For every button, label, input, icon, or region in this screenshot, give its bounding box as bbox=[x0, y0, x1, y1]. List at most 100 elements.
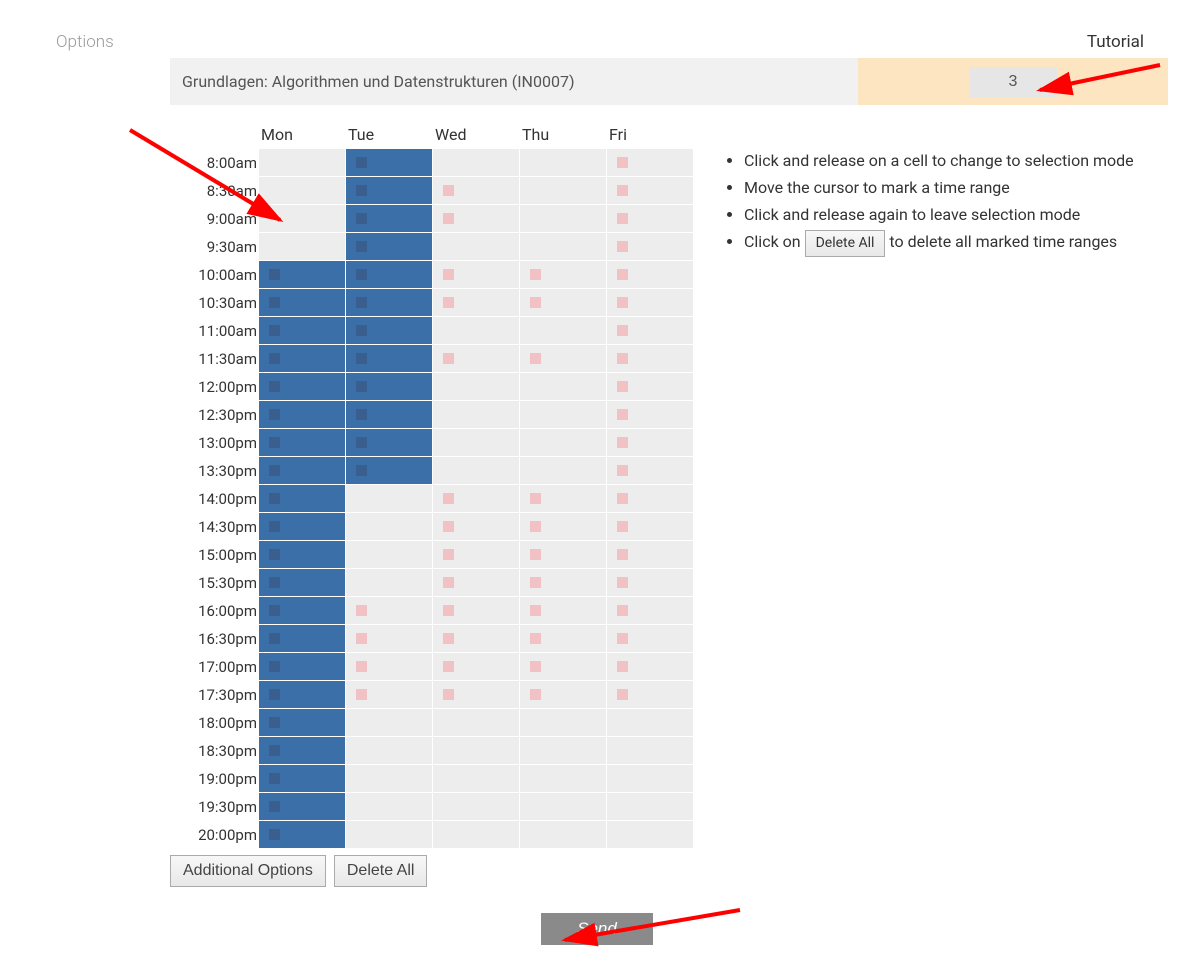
send-button[interactable]: Send bbox=[541, 913, 653, 945]
schedule-cell[interactable] bbox=[433, 597, 520, 625]
schedule-cell[interactable] bbox=[259, 373, 346, 401]
schedule-cell[interactable] bbox=[433, 429, 520, 457]
schedule-cell[interactable] bbox=[520, 541, 607, 569]
schedule-cell[interactable] bbox=[259, 177, 346, 205]
schedule-cell[interactable] bbox=[433, 681, 520, 709]
schedule-cell[interactable] bbox=[433, 177, 520, 205]
schedule-cell[interactable] bbox=[259, 597, 346, 625]
schedule-cell[interactable] bbox=[520, 205, 607, 233]
schedule-cell[interactable] bbox=[520, 625, 607, 653]
schedule-cell[interactable] bbox=[520, 345, 607, 373]
schedule-cell[interactable] bbox=[433, 625, 520, 653]
schedule-cell[interactable] bbox=[346, 597, 433, 625]
schedule-cell[interactable] bbox=[259, 457, 346, 485]
schedule-cell[interactable] bbox=[607, 513, 694, 541]
schedule-cell[interactable] bbox=[607, 653, 694, 681]
schedule-cell[interactable] bbox=[346, 625, 433, 653]
schedule-cell[interactable] bbox=[346, 709, 433, 737]
schedule-cell[interactable] bbox=[346, 429, 433, 457]
schedule-cell[interactable] bbox=[259, 261, 346, 289]
schedule-cell[interactable] bbox=[346, 737, 433, 765]
schedule-cell[interactable] bbox=[607, 205, 694, 233]
schedule-cell[interactable] bbox=[607, 317, 694, 345]
schedule-cell[interactable] bbox=[259, 625, 346, 653]
tutorial-count-input[interactable] bbox=[969, 67, 1057, 97]
schedule-cell[interactable] bbox=[346, 373, 433, 401]
schedule-cell[interactable] bbox=[607, 681, 694, 709]
schedule-cell[interactable] bbox=[259, 233, 346, 261]
schedule-cell[interactable] bbox=[346, 261, 433, 289]
schedule-cell[interactable] bbox=[346, 177, 433, 205]
schedule-cell[interactable] bbox=[520, 317, 607, 345]
schedule-cell[interactable] bbox=[520, 681, 607, 709]
schedule-cell[interactable] bbox=[520, 429, 607, 457]
schedule-cell[interactable] bbox=[346, 345, 433, 373]
schedule-cell[interactable] bbox=[259, 317, 346, 345]
schedule-cell[interactable] bbox=[433, 373, 520, 401]
schedule-cell[interactable] bbox=[607, 457, 694, 485]
schedule-cell[interactable] bbox=[607, 765, 694, 793]
additional-options-button[interactable]: Additional Options bbox=[170, 855, 326, 887]
schedule-cell[interactable] bbox=[433, 821, 520, 849]
schedule-cell[interactable] bbox=[607, 149, 694, 177]
schedule-cell[interactable] bbox=[433, 541, 520, 569]
delete-all-inline-button[interactable]: Delete All bbox=[805, 230, 886, 257]
schedule-cell[interactable] bbox=[346, 765, 433, 793]
schedule-cell[interactable] bbox=[520, 233, 607, 261]
schedule-cell[interactable] bbox=[607, 373, 694, 401]
schedule-cell[interactable] bbox=[607, 485, 694, 513]
schedule-cell[interactable] bbox=[520, 793, 607, 821]
schedule-cell[interactable] bbox=[346, 821, 433, 849]
schedule-cell[interactable] bbox=[607, 625, 694, 653]
schedule-cell[interactable] bbox=[607, 737, 694, 765]
schedule-cell[interactable] bbox=[433, 149, 520, 177]
schedule-cell[interactable] bbox=[346, 485, 433, 513]
schedule-cell[interactable] bbox=[433, 261, 520, 289]
schedule-cell[interactable] bbox=[520, 513, 607, 541]
schedule-cell[interactable] bbox=[433, 653, 520, 681]
schedule-cell[interactable] bbox=[433, 793, 520, 821]
schedule-cell[interactable] bbox=[259, 709, 346, 737]
schedule-cell[interactable] bbox=[433, 569, 520, 597]
schedule-cell[interactable] bbox=[607, 429, 694, 457]
schedule-cell[interactable] bbox=[607, 821, 694, 849]
schedule-cell[interactable] bbox=[607, 177, 694, 205]
schedule-cell[interactable] bbox=[346, 233, 433, 261]
schedule-cell[interactable] bbox=[346, 681, 433, 709]
schedule-cell[interactable] bbox=[259, 205, 346, 233]
schedule-cell[interactable] bbox=[259, 485, 346, 513]
schedule-cell[interactable] bbox=[607, 709, 694, 737]
schedule-cell[interactable] bbox=[520, 653, 607, 681]
schedule-cell[interactable] bbox=[607, 793, 694, 821]
schedule-cell[interactable] bbox=[520, 401, 607, 429]
schedule-cell[interactable] bbox=[346, 513, 433, 541]
schedule-cell[interactable] bbox=[346, 317, 433, 345]
schedule-cell[interactable] bbox=[259, 289, 346, 317]
schedule-cell[interactable] bbox=[520, 709, 607, 737]
schedule-cell[interactable] bbox=[607, 569, 694, 597]
delete-all-button[interactable]: Delete All bbox=[334, 855, 428, 887]
schedule-cell[interactable] bbox=[433, 233, 520, 261]
schedule-cell[interactable] bbox=[259, 793, 346, 821]
schedule-cell[interactable] bbox=[520, 373, 607, 401]
schedule-cell[interactable] bbox=[520, 765, 607, 793]
schedule-cell[interactable] bbox=[520, 261, 607, 289]
schedule-cell[interactable] bbox=[346, 205, 433, 233]
schedule-cell[interactable] bbox=[346, 457, 433, 485]
schedule-cell[interactable] bbox=[520, 457, 607, 485]
schedule-cell[interactable] bbox=[433, 457, 520, 485]
schedule-cell[interactable] bbox=[433, 317, 520, 345]
schedule-cell[interactable] bbox=[607, 289, 694, 317]
schedule-cell[interactable] bbox=[520, 569, 607, 597]
schedule-cell[interactable] bbox=[520, 149, 607, 177]
schedule-cell[interactable] bbox=[346, 653, 433, 681]
schedule-cell[interactable] bbox=[520, 485, 607, 513]
schedule-cell[interactable] bbox=[433, 737, 520, 765]
schedule-cell[interactable] bbox=[520, 177, 607, 205]
schedule-cell[interactable] bbox=[346, 401, 433, 429]
schedule-cell[interactable] bbox=[433, 345, 520, 373]
schedule-cell[interactable] bbox=[259, 653, 346, 681]
schedule-cell[interactable] bbox=[520, 737, 607, 765]
schedule-cell[interactable] bbox=[433, 485, 520, 513]
schedule-cell[interactable] bbox=[520, 289, 607, 317]
